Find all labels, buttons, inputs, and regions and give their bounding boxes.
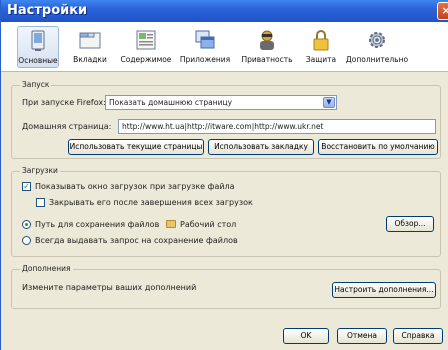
downloads-group: Загрузки ✓ Показывать окно загрузок при … <box>11 166 441 257</box>
save-path-label: Путь для сохранения файлов <box>35 220 160 229</box>
addons-group: Дополнения Измените параметры ваших допо… <box>11 264 441 309</box>
on-start-label: При запуске Firefox: <box>22 98 106 107</box>
on-start-value: Показать домашнюю страницу <box>109 98 233 107</box>
startup-group: Запуск При запуске Firefox: Показать дом… <box>11 80 441 159</box>
ok-button[interactable]: OK <box>283 328 329 344</box>
lock-icon <box>313 30 329 51</box>
tab-label: Приложения <box>179 55 231 64</box>
tab-applications[interactable]: Приложения <box>179 26 231 68</box>
cancel-button[interactable]: Отмена <box>337 328 387 344</box>
tab-label: Защита <box>305 55 337 64</box>
privacy-icon <box>260 30 274 50</box>
tab-label: Содержимое <box>120 55 172 64</box>
window-title: Настройки <box>7 3 88 18</box>
homepage-value: http://www.ht.ua|http://itware.com|http:… <box>122 122 324 131</box>
close-when-done-label: Закрывать его после завершения всех загр… <box>49 198 253 207</box>
close-when-done-checkbox[interactable] <box>36 198 45 207</box>
addons-description: Измените параметры ваших дополнений <box>22 283 197 292</box>
tab-security[interactable]: Защита <box>303 26 339 68</box>
help-button[interactable]: Справка <box>393 328 443 344</box>
addons-legend: Дополнения <box>20 264 73 273</box>
applications-icon <box>195 30 215 49</box>
use-current-pages-button[interactable]: Использовать текущие страницы <box>68 139 204 155</box>
tab-advanced[interactable]: Дополнительно <box>343 26 411 68</box>
tab-label: Основные <box>18 56 58 65</box>
tab-label: Дополнительно <box>345 55 409 64</box>
save-path-radio[interactable] <box>22 220 31 229</box>
content-icon <box>136 30 156 50</box>
tab-privacy[interactable]: Приватность <box>239 26 295 68</box>
show-downloads-label: Показывать окно загрузок при загрузке фа… <box>35 182 235 191</box>
tabs-icon <box>79 32 101 49</box>
restore-default-button[interactable]: Восстановить по умолчанию <box>318 139 438 155</box>
manage-addons-button[interactable]: Настроить дополнения... <box>332 282 436 298</box>
tab-general[interactable]: Основные <box>17 26 59 68</box>
category-toolbar: Основные Вкладки Содержимое Приложения П… <box>1 22 448 72</box>
downloads-legend: Загрузки <box>20 166 60 175</box>
always-ask-label: Всегда выдавать запрос на сохранение фай… <box>35 236 238 245</box>
close-button[interactable]: × <box>437 2 448 20</box>
folder-icon <box>166 220 176 228</box>
browse-button[interactable]: Обзор... <box>386 216 434 232</box>
homepage-field[interactable]: http://www.ht.ua|http://itware.com|http:… <box>118 119 436 134</box>
general-icon <box>31 30 45 51</box>
startup-legend: Запуск <box>20 80 52 89</box>
tab-label: Приватность <box>241 55 293 64</box>
title-bar[interactable]: Настройки × <box>1 0 448 22</box>
save-path-value: Рабочий стол <box>180 220 237 229</box>
tab-tabs[interactable]: Вкладки <box>71 26 109 68</box>
tab-label: Вкладки <box>73 55 107 64</box>
homepage-label: Домашняя страница: <box>22 122 112 131</box>
on-start-dropdown[interactable]: Показать домашнюю страницу ▼ <box>105 95 337 110</box>
preferences-window: Настройки × Основные Вкладки Содержимое … <box>0 0 448 350</box>
tab-content[interactable]: Содержимое <box>119 26 173 68</box>
always-ask-radio[interactable] <box>22 236 31 245</box>
use-bookmark-button[interactable]: Использовать закладку <box>208 139 314 155</box>
chevron-down-icon[interactable]: ▼ <box>323 97 335 108</box>
show-downloads-checkbox[interactable]: ✓ <box>22 182 31 191</box>
gear-icon <box>369 32 385 48</box>
